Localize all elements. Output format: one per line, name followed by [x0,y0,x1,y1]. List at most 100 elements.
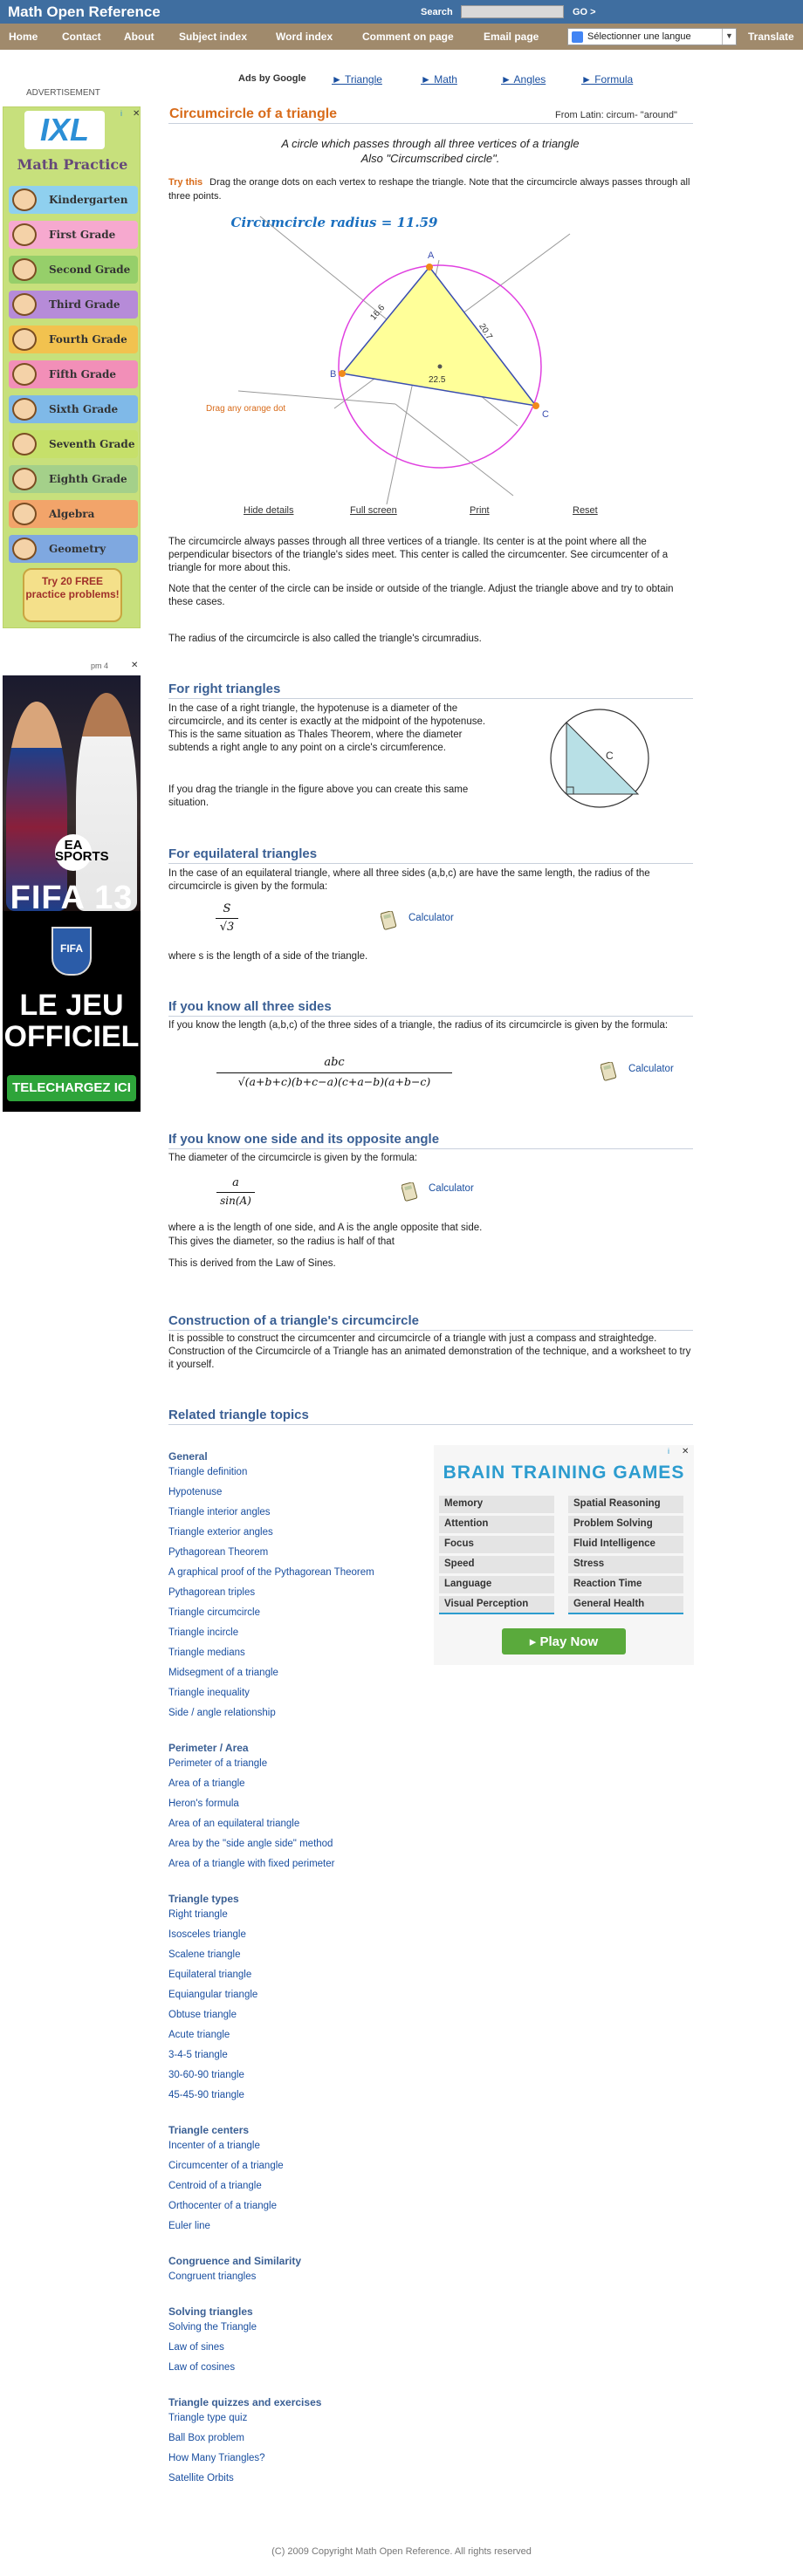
related-topic-link[interactable]: Triangle type quiz [168,2413,247,2423]
calculator-link-equilateral[interactable]: Calculator [408,913,454,923]
brain-ad-category[interactable]: Focus [439,1536,554,1553]
related-topic-link[interactable]: Obtuse triangle [168,2010,237,2020]
related-topic-link[interactable]: 3-4-5 triangle [168,2050,228,2060]
related-topic-link[interactable]: Triangle interior angles [168,1507,271,1518]
print-button[interactable]: Print [470,505,490,516]
related-topic-link[interactable]: Euler line [168,2221,210,2231]
brain-ad-category[interactable]: Language [439,1576,554,1593]
vertex-b-handle[interactable] [339,370,346,377]
related-topic-link[interactable]: Centroid of a triangle [168,2181,262,2191]
related-topic-link[interactable]: 30-60-90 triangle [168,2070,244,2080]
related-topic-link[interactable]: Incenter of a triangle [168,2141,260,2151]
brain-ad-category[interactable]: Fluid Intelligence [568,1536,683,1553]
related-topic-link[interactable]: Triangle exterior angles [168,1527,273,1538]
ixl-grade-button[interactable]: Third Grade [9,291,138,319]
related-topic-link[interactable]: Area of a triangle [168,1778,245,1789]
related-topic-link[interactable]: Triangle inequality [168,1688,250,1698]
ixl-promo-button[interactable]: Try 20 FREE practice problems! [23,568,122,622]
related-topic-link[interactable]: Ball Box problem [168,2433,244,2443]
toplink-triangle[interactable]: ► Triangle [332,73,382,86]
ixl-grade-button[interactable]: Eighth Grade [9,465,138,493]
brain-ad-category[interactable]: Problem Solving [568,1516,683,1533]
toplink-math[interactable]: ► Math [421,73,457,86]
calculator-link-one-side[interactable]: Calculator [429,1183,474,1194]
nav-word-index[interactable]: Word index [276,31,333,43]
related-topic-link[interactable]: Perimeter of a triangle [168,1758,267,1769]
related-topic-link[interactable]: Law of sines [168,2342,224,2353]
brain-ad-category[interactable]: Attention [439,1516,554,1533]
calculator-link-three-sides[interactable]: Calculator [628,1064,674,1074]
brain-training-ad[interactable]: i ✕ BRAIN TRAINING GAMES Memory Attention… [434,1445,694,1665]
related-topic-link[interactable]: Acute triangle [168,2030,230,2040]
related-topic-link[interactable]: Satellite Orbits [168,2473,234,2484]
ad-close-icon[interactable]: ✕ [133,109,140,119]
related-topic-link[interactable]: Orthocenter of a triangle [168,2201,277,2211]
ixl-grade-button[interactable]: Kindergarten [9,186,138,214]
full-screen-button[interactable]: Full screen [350,505,397,516]
related-topic-link[interactable]: Circumcenter of a triangle [168,2161,284,2171]
nav-translate[interactable]: Translate [748,31,794,43]
related-topic-link[interactable]: Area of a triangle with fixed perimeter [168,1859,334,1869]
related-topic-link[interactable]: Solving the Triangle [168,2322,257,2333]
ad-info-icon[interactable]: i [668,1447,669,1456]
calculator-icon[interactable] [402,1182,419,1202]
toplink-formula[interactable]: ► Formula [581,73,633,86]
ixl-grade-button[interactable]: Second Grade [9,256,138,284]
nav-about[interactable]: About [124,31,154,43]
related-topic-link[interactable]: A graphical proof of the Pythagorean The… [168,1567,374,1578]
vertex-a-handle[interactable] [426,264,433,271]
related-topic-link[interactable]: How Many Triangles? [168,2453,265,2463]
nav-home[interactable]: Home [9,31,38,43]
brain-ad-category[interactable]: Spatial Reasoning [568,1496,683,1513]
ixl-grade-button[interactable]: First Grade [9,221,138,249]
related-topic-link[interactable]: Triangle circumcircle [168,1607,260,1618]
brain-ad-category[interactable]: Stress [568,1556,683,1573]
brain-ad-category[interactable]: Reaction Time [568,1576,683,1593]
related-topic-link[interactable]: Area by the "side angle side" method [168,1839,333,1849]
ixl-ad[interactable]: IXL i ✕ Math Practice Kindergarten First … [3,106,141,628]
related-topic-link[interactable]: Isosceles triangle [168,1929,246,1940]
related-topic-link[interactable]: Law of cosines [168,2362,235,2373]
related-topic-link[interactable]: Hypotenuse [168,1487,222,1497]
reset-button[interactable]: Reset [573,505,598,516]
ad-close-icon[interactable]: ✕ [131,661,138,670]
vertex-c-handle[interactable] [532,402,539,409]
toplink-angles[interactable]: ► Angles [501,73,546,86]
nav-email-page[interactable]: Email page [484,31,539,43]
fifa-download-button[interactable]: TELECHARGEZ ICI [7,1075,136,1101]
ad-info-icon[interactable]: pm 4 [91,661,108,670]
related-topic-link[interactable]: Midsegment of a triangle [168,1668,278,1678]
brain-ad-category[interactable]: General Health [568,1596,683,1613]
circumcircle-applet[interactable]: A B C 16.6 20.7 22.5 [168,208,692,522]
search-input[interactable] [461,5,564,18]
related-topic-link[interactable]: Scalene triangle [168,1949,240,1960]
nav-comment-on-page[interactable]: Comment on page [362,31,454,43]
related-topic-link[interactable]: Area of an equilateral triangle [168,1819,299,1829]
ixl-grade-button[interactable]: Sixth Grade [9,395,138,423]
ad-close-icon[interactable]: ✕ [682,1447,689,1456]
go-button[interactable]: GO > [573,7,596,17]
brain-ad-category[interactable]: Visual Perception [439,1596,554,1613]
calculator-icon[interactable] [381,911,398,930]
related-topic-link[interactable]: Side / angle relationship [168,1708,276,1718]
ixl-grade-button[interactable]: Algebra [9,500,138,528]
related-topic-link[interactable]: Equilateral triangle [168,1970,251,1980]
nav-contact[interactable]: Contact [62,31,101,43]
related-topic-link[interactable]: Congruent triangles [168,2271,256,2282]
ixl-grade-button[interactable]: Fourth Grade [9,325,138,353]
nav-subject-index[interactable]: Subject index [179,31,247,43]
related-topic-link[interactable]: Triangle definition [168,1467,247,1477]
site-title[interactable]: Math Open Reference [8,3,161,21]
fifa-ad[interactable]: EA SPORTS FIFA 13 FIFA LE JEU OFFICIEL T… [3,675,141,1112]
play-now-button[interactable]: ▸ Play Now [502,1628,626,1655]
brain-ad-category[interactable]: Memory [439,1496,554,1513]
language-select[interactable]: Sélectionner une langue ▼ [567,28,737,45]
related-topic-link[interactable]: Right triangle [168,1909,228,1920]
hide-details-button[interactable]: Hide details [244,505,293,516]
ixl-grade-button[interactable]: Geometry [9,535,138,563]
ixl-grade-button[interactable]: Seventh Grade [9,430,138,458]
related-topic-link[interactable]: Equiangular triangle [168,1990,257,2000]
ad-info-icon[interactable]: i [120,109,122,118]
related-topic-link[interactable]: Pythagorean Theorem [168,1547,268,1558]
related-topic-link[interactable]: Pythagorean triples [168,1587,255,1598]
